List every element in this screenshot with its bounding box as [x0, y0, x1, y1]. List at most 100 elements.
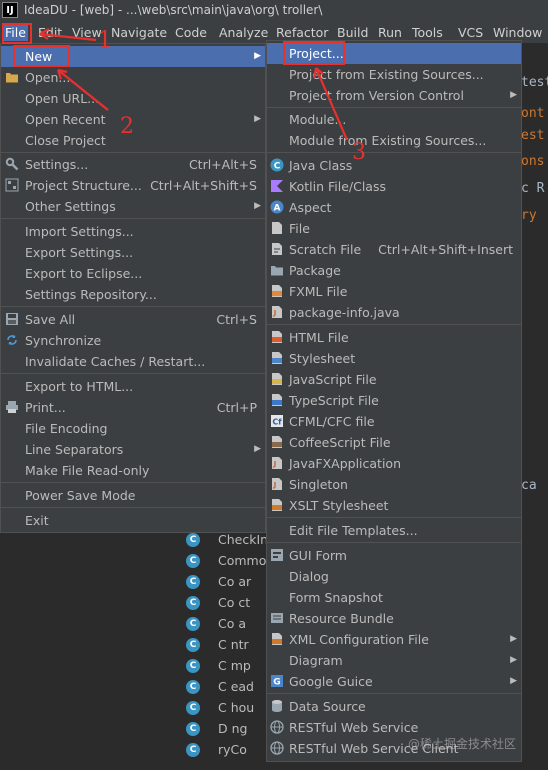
save-icon — [6, 313, 18, 325]
menu-item-edit-templates[interactable]: Edit File Templates... — [267, 520, 521, 541]
menu-item-java-class[interactable]: C Java Class — [267, 155, 521, 176]
menu-item-make-readonly[interactable]: Make File Read-only — [1, 460, 265, 481]
menu-item-open-url[interactable]: Open URL... — [1, 88, 265, 109]
fxml-icon — [272, 285, 282, 297]
menu-item-dialog[interactable]: Dialog — [267, 566, 521, 587]
menu-item-export-eclipse[interactable]: Export to Eclipse... — [1, 263, 265, 284]
menu-item-file[interactable]: File — [267, 218, 521, 239]
project-structure-icon — [5, 178, 19, 192]
menu-item-exit[interactable]: Exit — [1, 510, 265, 531]
menu-window[interactable]: Window — [491, 24, 544, 41]
menu-separator — [1, 152, 265, 153]
menu-item-synchronize[interactable]: Synchronize — [1, 330, 265, 351]
menu-item-export-html[interactable]: Export to HTML... — [1, 376, 265, 397]
menu-edit[interactable]: Edit — [36, 24, 64, 41]
code-line: ont — [521, 106, 545, 121]
menu-build[interactable]: Build — [335, 24, 370, 41]
intellij-logo-icon: IJ — [2, 2, 18, 18]
menu-tools[interactable]: Tools — [410, 24, 445, 41]
list-item[interactable]: C ryCo — [180, 740, 270, 761]
menu-item-form-snapshot[interactable]: Form Snapshot — [267, 587, 521, 608]
sync-icon — [7, 335, 17, 345]
submenu-arrow-icon: ▶ — [254, 444, 261, 454]
menu-item-diagram[interactable]: Diagram ▶ — [267, 650, 521, 671]
list-item[interactable]: CC hou — [180, 698, 270, 719]
menu-navigate[interactable]: Navigate — [109, 24, 169, 41]
menu-item-coffeescript[interactable]: CoffeeScript File — [267, 432, 521, 453]
menu-item-singleton[interactable]: Singleton — [267, 474, 521, 495]
list-item[interactable]: C Co ar — [180, 572, 270, 593]
resource-bundle-icon — [271, 613, 283, 623]
svg-text:G: G — [273, 678, 280, 688]
menu-item-javafx[interactable]: JavaFXApplication — [267, 453, 521, 474]
annotation-number-3: 3 — [352, 140, 366, 165]
menu-item-other-settings[interactable]: Other Settings ▶ — [1, 196, 265, 217]
folder-icon — [6, 73, 18, 83]
menu-item-module[interactable]: Module... — [267, 109, 521, 130]
menu-item-line-separators[interactable]: Line Separators ▶ — [1, 439, 265, 460]
menu-item-cfml[interactable]: Cf CFML/CFC file — [267, 411, 521, 432]
list-item[interactable]: C Co a — [180, 614, 270, 635]
menu-refactor[interactable]: Refactor — [274, 24, 330, 41]
menu-item-open[interactable]: Open... — [1, 67, 265, 88]
class-icon: C — [186, 533, 200, 547]
menu-item-stylesheet[interactable]: Stylesheet — [267, 348, 521, 369]
menu-item-settings-repository[interactable]: Settings Repository... — [1, 284, 265, 305]
class-icon: C — [186, 554, 200, 568]
menu-item-project-existing[interactable]: Project from Existing Sources... — [267, 64, 521, 85]
code-editor[interactable]: test. ont est ons c R ry ca — [518, 43, 548, 770]
menu-item-import-settings[interactable]: Import Settings... — [1, 221, 265, 242]
menu-item-print[interactable]: Print... Ctrl+P — [1, 397, 265, 418]
menu-item-kotlin[interactable]: Kotlin File/Class — [267, 176, 521, 197]
menu-item-google-guice[interactable]: G Google Guice ▶ — [267, 671, 521, 692]
list-item[interactable]: CD ng — [180, 719, 270, 740]
list-item[interactable]: CC ntr — [180, 635, 270, 656]
menu-item-save-all[interactable]: Save All Ctrl+S — [1, 309, 265, 330]
menu-separator — [1, 306, 265, 307]
menu-item-file-encoding[interactable]: File Encoding — [1, 418, 265, 439]
coffeescript-file-icon — [272, 436, 282, 448]
menu-item-export-settings[interactable]: Export Settings... — [1, 242, 265, 263]
menu-item-resource-bundle[interactable]: Resource Bundle — [267, 608, 521, 629]
code-line: c R — [521, 181, 545, 196]
menu-item-settings[interactable]: Settings... Ctrl+Alt+S — [1, 154, 265, 175]
menu-item-xslt[interactable]: XSLT Stylesheet — [267, 495, 521, 516]
javafx-file-icon — [272, 457, 282, 469]
gui-form-icon — [271, 549, 283, 561]
menu-item-project-vcs[interactable]: Project from Version Control ▶ — [267, 85, 521, 106]
menu-item-xml-config[interactable]: XML Configuration File ▶ — [267, 629, 521, 650]
menu-item-invalidate-caches[interactable]: Invalidate Caches / Restart... — [1, 351, 265, 372]
menu-item-fxml[interactable]: FXML File — [267, 281, 521, 302]
menu-code[interactable]: Code — [173, 24, 209, 41]
submenu-arrow-icon: ▶ — [254, 51, 261, 61]
code-line: ons — [521, 154, 545, 169]
list-item[interactable]: C Commo — [180, 551, 270, 572]
menu-item-gui-form[interactable]: GUI Form — [267, 545, 521, 566]
menu-separator — [267, 152, 521, 153]
menu-item-package[interactable]: Package — [267, 260, 521, 281]
menu-analyze[interactable]: Analyze — [217, 24, 270, 41]
svg-text:A: A — [274, 204, 281, 214]
list-item[interactable]: CC mp — [180, 656, 270, 677]
submenu-arrow-icon: ▶ — [510, 676, 517, 686]
list-item[interactable]: C Co ct — [180, 593, 270, 614]
menu-item-typescript[interactable]: TypeScript File — [267, 390, 521, 411]
class-icon: C — [186, 617, 200, 631]
menu-separator — [267, 324, 521, 325]
list-item[interactable]: CC ead — [180, 677, 270, 698]
menu-item-data-source[interactable]: Data Source — [267, 696, 521, 717]
menu-item-aspect[interactable]: A Aspect — [267, 197, 521, 218]
menu-item-package-info[interactable]: package-info.java — [267, 302, 521, 323]
list-item[interactable]: C CheckIn — [180, 530, 270, 551]
menu-item-scratch-file[interactable]: Scratch File Ctrl+Alt+Shift+Insert — [267, 239, 521, 260]
submenu-arrow-icon: ▶ — [254, 201, 261, 211]
menu-item-module-existing[interactable]: Module from Existing Sources... — [267, 130, 521, 151]
menu-item-power-save[interactable]: Power Save Mode — [1, 485, 265, 506]
database-icon — [272, 700, 282, 712]
menu-item-project-structure[interactable]: Project Structure... Ctrl+Alt+Shift+S — [1, 175, 265, 196]
menu-item-html-file[interactable]: HTML File — [267, 327, 521, 348]
menu-run[interactable]: Run — [376, 24, 404, 41]
menu-vcs[interactable]: VCS — [456, 24, 485, 41]
print-icon — [6, 401, 18, 413]
menu-item-javascript[interactable]: JavaScript File — [267, 369, 521, 390]
